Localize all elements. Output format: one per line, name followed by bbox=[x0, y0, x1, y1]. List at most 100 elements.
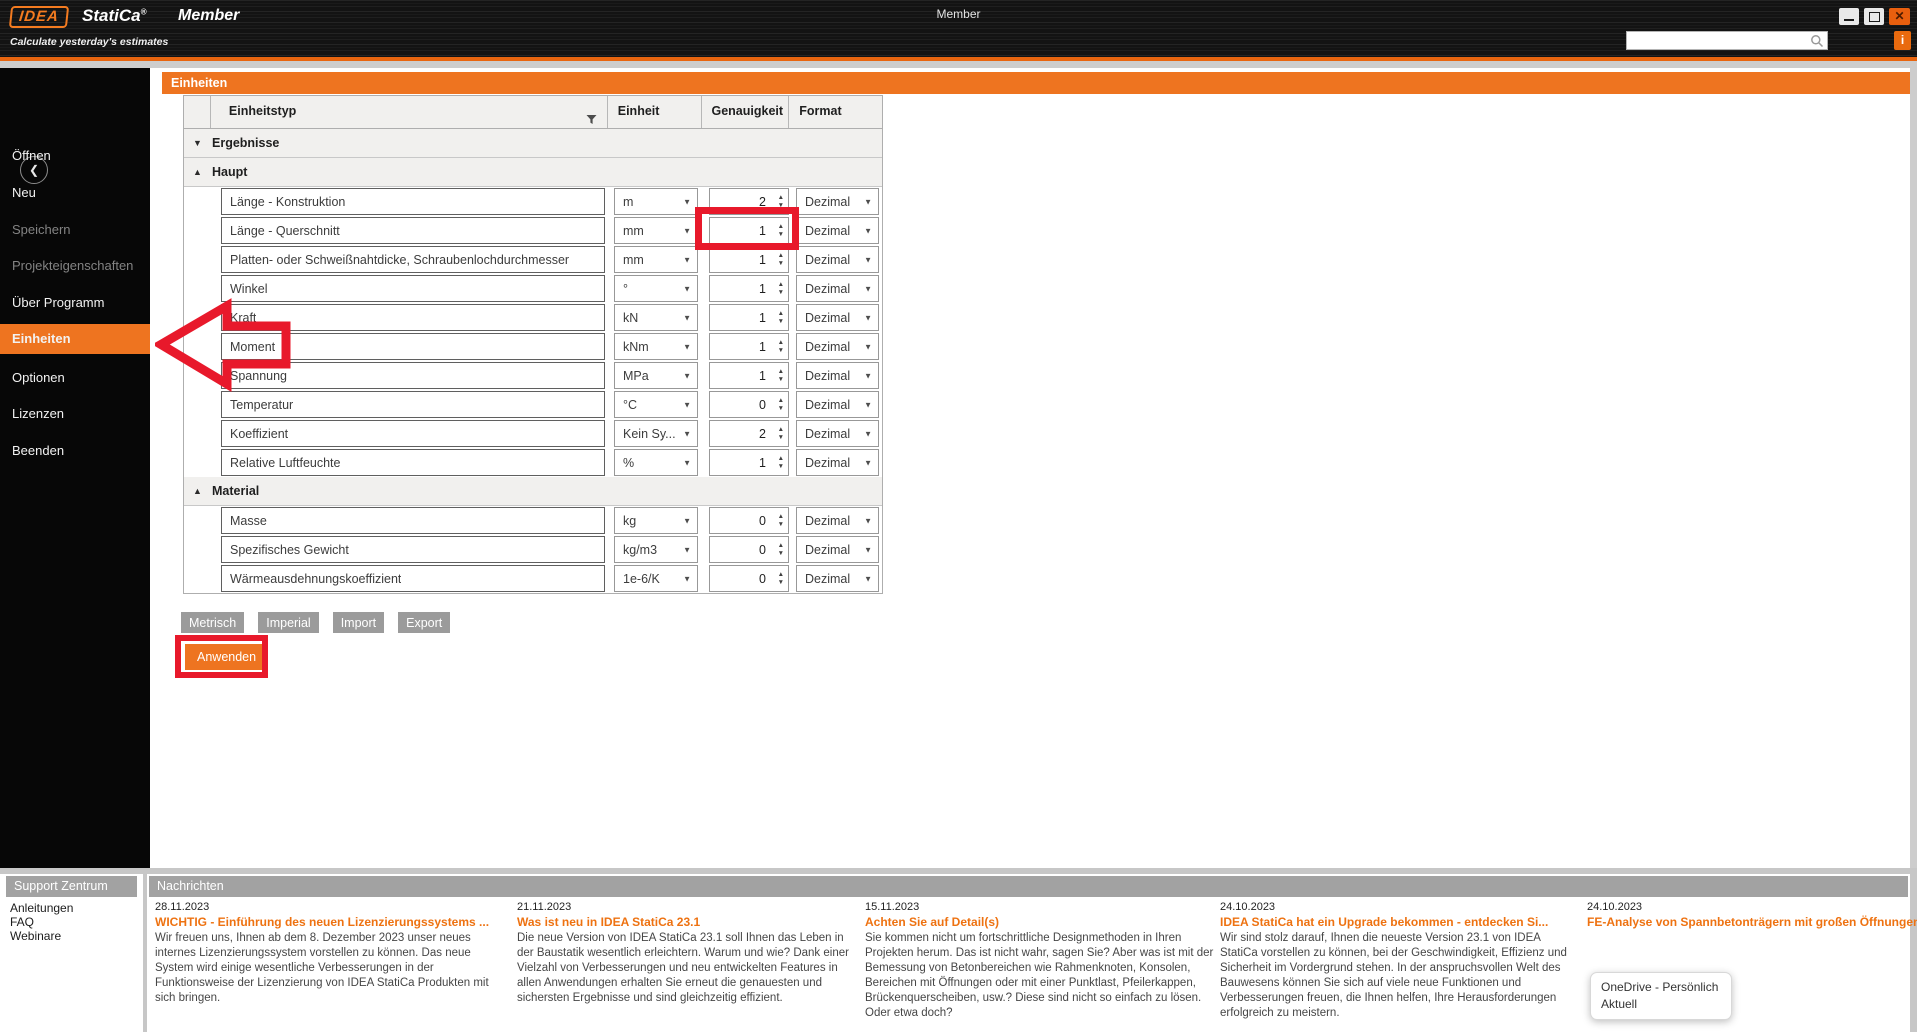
spin-down-icon[interactable]: ▼ bbox=[778, 550, 784, 557]
precision-spinner[interactable]: 1 ▲ ▼ bbox=[709, 333, 789, 360]
spin-up-icon[interactable]: ▲ bbox=[778, 542, 784, 549]
spin-up-icon[interactable]: ▲ bbox=[778, 281, 784, 288]
format-dropdown[interactable]: Dezimal ▼ bbox=[796, 333, 879, 360]
format-dropdown[interactable]: Dezimal ▼ bbox=[796, 188, 879, 215]
spin-up-icon[interactable]: ▲ bbox=[778, 571, 784, 578]
precision-spinner[interactable]: 2 ▲ ▼ bbox=[709, 420, 789, 447]
precision-spinner[interactable]: 0 ▲ ▼ bbox=[709, 536, 789, 563]
format-dropdown[interactable]: Dezimal ▼ bbox=[796, 565, 879, 592]
precision-spinner[interactable]: 1 ▲ ▼ bbox=[709, 275, 789, 302]
sidebar-item-einheiten[interactable]: Einheiten bbox=[0, 324, 150, 354]
export-button[interactable]: Export bbox=[398, 612, 451, 633]
imperial-button[interactable]: Imperial bbox=[258, 612, 319, 633]
column-header-einheit[interactable]: Einheit bbox=[608, 96, 702, 128]
support-link-1[interactable]: FAQ bbox=[10, 915, 73, 929]
precision-spinner[interactable]: 1 ▲ ▼ bbox=[709, 304, 789, 331]
precision-spinner[interactable]: 1 ▲ ▼ bbox=[709, 217, 789, 244]
apply-button[interactable]: Anwenden bbox=[185, 644, 269, 670]
column-header-format[interactable]: Format bbox=[789, 96, 882, 128]
minimize-button[interactable] bbox=[1839, 8, 1859, 25]
precision-spinner[interactable]: 1 ▲ ▼ bbox=[709, 246, 789, 273]
spin-down-icon[interactable]: ▼ bbox=[778, 260, 784, 267]
spin-up-icon[interactable]: ▲ bbox=[778, 339, 784, 346]
unit-dropdown[interactable]: kg ▼ bbox=[614, 507, 698, 534]
precision-spinner[interactable]: 0 ▲ ▼ bbox=[709, 565, 789, 592]
group-expanded-icon: ▼ bbox=[193, 138, 202, 148]
format-value: Dezimal bbox=[805, 252, 851, 267]
spin-up-icon[interactable]: ▲ bbox=[778, 513, 784, 520]
spin-down-icon[interactable]: ▼ bbox=[778, 318, 784, 325]
sidebar-item-beenden[interactable]: Beenden bbox=[0, 436, 150, 466]
spin-down-icon[interactable]: ▼ bbox=[778, 347, 784, 354]
spin-up-icon[interactable]: ▲ bbox=[778, 368, 784, 375]
spin-up-icon[interactable]: ▲ bbox=[778, 455, 784, 462]
group-row-ergebnisse[interactable]: ▼ Ergebnisse bbox=[184, 129, 882, 158]
precision-spinner[interactable]: 0 ▲ ▼ bbox=[709, 507, 789, 534]
format-dropdown[interactable]: Dezimal ▼ bbox=[796, 275, 879, 302]
group-row-haupt[interactable]: ▲ Haupt bbox=[184, 158, 882, 187]
spin-down-icon[interactable]: ▼ bbox=[778, 376, 784, 383]
metrisch-button[interactable]: Metrisch bbox=[181, 612, 245, 633]
format-dropdown[interactable]: Dezimal ▼ bbox=[796, 449, 879, 476]
unit-dropdown[interactable]: mm ▼ bbox=[614, 246, 698, 273]
format-dropdown[interactable]: Dezimal ▼ bbox=[796, 217, 879, 244]
sidebar-item-optionen[interactable]: Optionen bbox=[0, 363, 150, 393]
spin-down-icon[interactable]: ▼ bbox=[778, 405, 784, 412]
column-header-genauigkeit[interactable]: Genauigkeit bbox=[702, 96, 790, 128]
unit-dropdown[interactable]: kg/m3 ▼ bbox=[614, 536, 698, 563]
format-dropdown[interactable]: Dezimal ▼ bbox=[796, 420, 879, 447]
spin-down-icon[interactable]: ▼ bbox=[778, 463, 784, 470]
support-link-0[interactable]: Anleitungen bbox=[10, 901, 73, 915]
info-button[interactable]: i bbox=[1894, 31, 1911, 50]
column-header-einheitstyp[interactable]: Einheitstyp bbox=[211, 96, 608, 128]
news-title-link[interactable]: IDEA StatiCa hat ein Upgrade bekommen - … bbox=[1220, 915, 1572, 929]
sidebar-item-oeffnen[interactable]: Öffnen bbox=[0, 141, 150, 171]
spin-down-icon[interactable]: ▼ bbox=[778, 434, 784, 441]
spin-up-icon[interactable]: ▲ bbox=[778, 426, 784, 433]
unit-dropdown[interactable]: % ▼ bbox=[614, 449, 698, 476]
news-title-link[interactable]: Achten Sie auf Detail(s) bbox=[865, 915, 1217, 929]
news-title-link[interactable]: FE-Analyse von Spannbetonträgern mit gro… bbox=[1587, 915, 1917, 929]
spin-up-icon[interactable]: ▲ bbox=[778, 397, 784, 404]
format-dropdown[interactable]: Dezimal ▼ bbox=[796, 246, 879, 273]
unit-dropdown[interactable]: kN ▼ bbox=[614, 304, 698, 331]
format-dropdown[interactable]: Dezimal ▼ bbox=[796, 391, 879, 418]
close-button[interactable]: ✕ bbox=[1889, 8, 1910, 25]
unit-dropdown[interactable]: ° ▼ bbox=[614, 275, 698, 302]
format-dropdown[interactable]: Dezimal ▼ bbox=[796, 304, 879, 331]
spin-down-icon[interactable]: ▼ bbox=[778, 289, 784, 296]
unit-dropdown[interactable]: MPa ▼ bbox=[614, 362, 698, 389]
spin-down-icon[interactable]: ▼ bbox=[778, 579, 784, 586]
unit-dropdown[interactable]: m ▼ bbox=[614, 188, 698, 215]
spin-down-icon[interactable]: ▼ bbox=[778, 202, 784, 209]
unit-dropdown[interactable]: kNm ▼ bbox=[614, 333, 698, 360]
search-input[interactable] bbox=[1626, 31, 1828, 50]
news-title-link[interactable]: Was ist neu in IDEA StatiCa 23.1 bbox=[517, 915, 862, 929]
spin-down-icon[interactable]: ▼ bbox=[778, 231, 784, 238]
precision-spinner[interactable]: 2 ▲ ▼ bbox=[709, 188, 789, 215]
news-title-link[interactable]: WICHTIG - Einführung des neuen Lizenzier… bbox=[155, 915, 507, 929]
spin-down-icon[interactable]: ▼ bbox=[778, 521, 784, 528]
format-dropdown[interactable]: Dezimal ▼ bbox=[796, 507, 879, 534]
precision-spinner[interactable]: 0 ▲ ▼ bbox=[709, 391, 789, 418]
maximize-button[interactable] bbox=[1864, 8, 1884, 25]
spin-up-icon[interactable]: ▲ bbox=[778, 252, 784, 259]
unit-dropdown[interactable]: Kein Sy... ▼ bbox=[614, 420, 698, 447]
filter-icon[interactable] bbox=[586, 106, 597, 137]
sidebar-item-neu[interactable]: Neu bbox=[0, 178, 150, 208]
support-link-2[interactable]: Webinare bbox=[10, 929, 73, 943]
group-row-material[interactable]: ▲ Material bbox=[184, 477, 882, 506]
unit-dropdown[interactable]: 1e-6/K ▼ bbox=[614, 565, 698, 592]
format-dropdown[interactable]: Dezimal ▼ bbox=[796, 362, 879, 389]
spin-up-icon[interactable]: ▲ bbox=[778, 194, 784, 201]
sidebar-item-lizenzen[interactable]: Lizenzen bbox=[0, 399, 150, 429]
spin-up-icon[interactable]: ▲ bbox=[778, 310, 784, 317]
import-button[interactable]: Import bbox=[332, 612, 385, 633]
unit-dropdown[interactable]: mm ▼ bbox=[614, 217, 698, 244]
precision-spinner[interactable]: 1 ▲ ▼ bbox=[709, 449, 789, 476]
precision-spinner[interactable]: 1 ▲ ▼ bbox=[709, 362, 789, 389]
unit-dropdown[interactable]: °C ▼ bbox=[614, 391, 698, 418]
spin-up-icon[interactable]: ▲ bbox=[778, 223, 784, 230]
sidebar-item-ueber-programm[interactable]: Über Programm bbox=[0, 288, 150, 318]
format-dropdown[interactable]: Dezimal ▼ bbox=[796, 536, 879, 563]
